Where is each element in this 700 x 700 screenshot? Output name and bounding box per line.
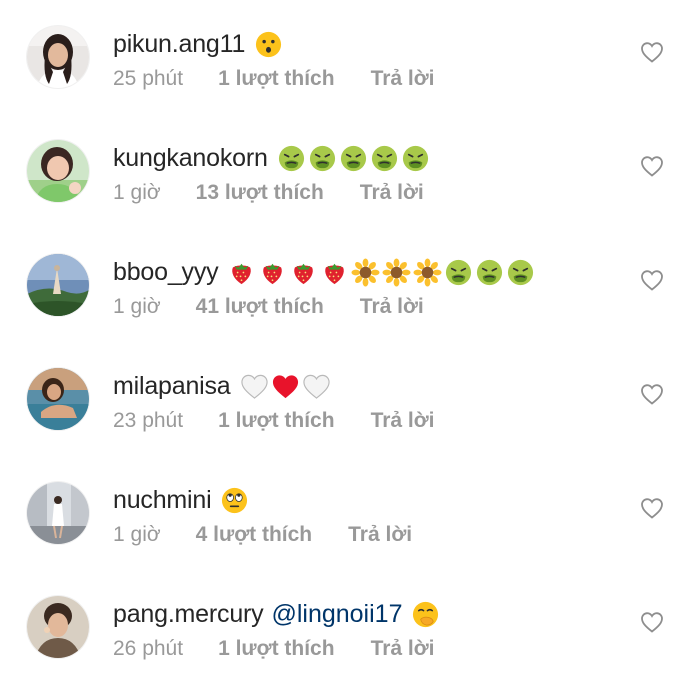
nauseated-face-emoji [277,144,306,173]
like-heart-icon[interactable] [640,41,664,63]
like-heart-icon[interactable] [640,269,664,291]
nauseated-face-emoji [444,258,473,287]
username[interactable]: milapanisa [113,372,231,401]
like-count[interactable]: 1 lượt thích [218,409,334,433]
reply-button[interactable]: Trả lời [360,295,424,319]
comment-meta: 1 giờ 13 lượt thích Trả lời [113,178,424,208]
strawberry-emoji [289,258,318,287]
strawberry-emoji [258,258,287,287]
reply-button[interactable]: Trả lời [348,523,412,547]
strawberry-emoji [320,258,349,287]
comment-meta: 1 giờ 4 lượt thích Trả lời [113,520,412,550]
nauseated-face-emoji [339,144,368,173]
avatar[interactable] [27,596,89,658]
timestamp: 26 phút [113,637,184,660]
comment-item: kungkanokorn 1 giờ 13 lượt thích Trả lời [0,140,700,240]
emoji-group [254,30,283,59]
like-count[interactable]: 41 lượt thích [196,295,324,319]
like-count[interactable]: 4 lượt thích [196,523,312,547]
timestamp: 23 phút [113,409,184,432]
comment-meta: 25 phút 1 lượt thích Trả lời [113,64,435,94]
emoji-group [277,144,430,173]
username[interactable]: pikun.ang11 [113,30,245,59]
emoji-group [220,486,249,515]
username[interactable]: kungkanokorn [113,144,268,173]
emoji-group [227,257,535,287]
reply-button[interactable]: Trả lời [371,409,435,433]
comment-text: kungkanokorn [113,138,430,178]
comment-meta: 26 phút 1 lượt thích Trả lời [113,634,435,664]
timestamp: 1 giờ [113,181,161,204]
reply-button[interactable]: Trả lời [371,67,435,91]
like-count[interactable]: 1 lượt thích [218,67,334,91]
comment-text: nuchmini [113,480,249,520]
red-heart-emoji [271,372,300,401]
avatar[interactable] [27,254,89,316]
nauseated-face-emoji [506,258,535,287]
reply-button[interactable]: Trả lời [371,637,435,661]
strawberry-emoji [227,258,256,287]
white-heart-emoji [302,372,331,401]
like-count[interactable]: 13 lượt thích [196,181,324,205]
comment-item: nuchmini 1 giờ 4 lượt thích Trả lời [0,482,700,582]
rolling-eyes-emoji [220,486,249,515]
emoji-group [411,600,440,629]
comment-text: pikun.ang11 [113,24,283,64]
timestamp: 25 phút [113,67,184,90]
sunflower-emoji [413,257,442,287]
avatar[interactable] [27,368,89,430]
like-heart-icon[interactable] [640,383,664,405]
nauseated-face-emoji [475,258,504,287]
comment-text: milapanisa [113,366,331,406]
comment-meta: 1 giờ 41 lượt thích Trả lời [113,292,424,322]
sunflower-emoji [382,257,411,287]
nauseated-face-emoji [308,144,337,173]
comment-item: pikun.ang11 25 phút 1 lượt thích Trả lời [0,26,700,126]
comment-meta: 23 phút 1 lượt thích Trả lời [113,406,435,436]
like-heart-icon[interactable] [640,611,664,633]
comment-item: pang.mercury @lingnoii17 26 phút 1 lượt … [0,596,700,696]
timestamp: 1 giờ [113,295,161,318]
user-mention-link[interactable]: @lingnoii17 [271,600,402,629]
like-heart-icon[interactable] [640,155,664,177]
white-heart-emoji [240,372,269,401]
like-heart-icon[interactable] [640,497,664,519]
comment-item: milapanisa 23 phút 1 lượt thích Trả lời [0,368,700,468]
username[interactable]: bboo_yyy [113,258,219,287]
username[interactable]: pang.mercury [113,600,264,629]
emoji-group [240,372,331,401]
hushed-face-emoji [254,30,283,59]
comment-item: bboo_yyy 1 giờ 41 lượt thích Trả lời [0,254,700,354]
avatar[interactable] [27,140,89,202]
timestamp: 1 giờ [113,523,161,546]
avatar[interactable] [27,26,89,88]
comment-text: bboo_yyy [113,252,535,292]
reply-button[interactable]: Trả lời [360,181,424,205]
like-count[interactable]: 1 lượt thích [218,637,334,661]
nauseated-face-emoji [370,144,399,173]
avatar[interactable] [27,482,89,544]
sunflower-emoji [351,257,380,287]
nauseated-face-emoji [401,144,430,173]
comment-list: pikun.ang11 25 phút 1 lượt thích Trả lời [0,0,700,700]
hand-over-mouth-emoji [411,600,440,629]
comment-text: pang.mercury @lingnoii17 [113,594,440,634]
username[interactable]: nuchmini [113,486,212,515]
